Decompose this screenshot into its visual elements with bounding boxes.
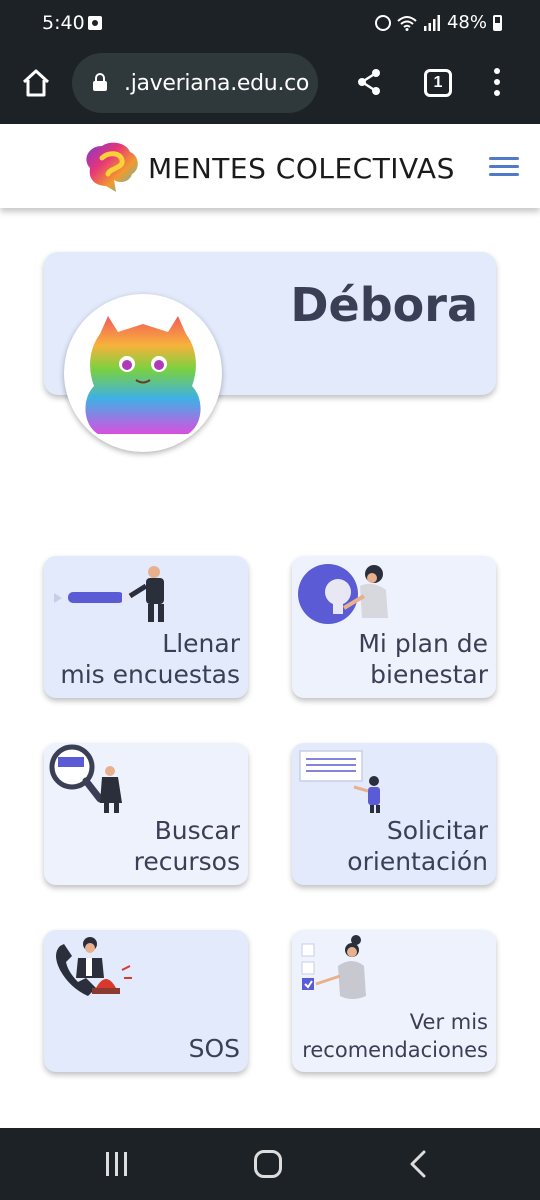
profile-name: Débora <box>290 278 478 332</box>
lightbulb-illustration-icon <box>298 564 388 624</box>
hamburger-menu-icon[interactable] <box>489 157 519 177</box>
tile-label: Mi plan de bienestar <box>358 628 488 690</box>
address-bar[interactable]: .javeriana.edu.co <box>72 53 318 113</box>
tab-switcher-button[interactable]: 1 <box>424 69 452 97</box>
lock-icon <box>93 73 107 91</box>
recents-icon[interactable] <box>104 1152 130 1176</box>
tile-label-line: Solicitar <box>386 816 488 845</box>
brain-logo-icon[interactable] <box>80 140 142 194</box>
avatar[interactable] <box>64 294 222 452</box>
tile-wellbeing-plan[interactable]: Mi plan de bienestar <box>292 556 496 698</box>
chat-board-illustration-icon <box>299 750 380 813</box>
tile-label: SOS <box>189 1033 240 1064</box>
tile-label-line: Llenar <box>162 629 240 658</box>
tile-label: Buscar recursos <box>134 815 240 877</box>
share-icon[interactable] <box>356 68 382 96</box>
home-icon[interactable] <box>20 67 52 99</box>
notification-app-icon <box>88 16 102 30</box>
alarm-icon <box>374 14 391 31</box>
rainbow-monster-avatar-icon <box>85 316 201 434</box>
tile-fill-surveys[interactable]: Llenar mis encuestas <box>44 556 248 698</box>
tile-label-line: recursos <box>133 847 240 876</box>
emergency-phone-illustration-icon <box>56 937 132 996</box>
status-bar: 5:40 48% <box>0 0 540 48</box>
status-time: 5:40 <box>42 12 85 34</box>
site-header: MENTES COLECTIVAS <box>0 124 540 208</box>
tile-label-line: bienestar <box>370 660 488 689</box>
back-icon[interactable] <box>408 1150 430 1178</box>
tile-label-line: Mi plan de <box>358 629 488 658</box>
tile-label-line: Buscar <box>154 816 240 845</box>
tile-search-resources[interactable]: Buscar recursos <box>44 743 248 885</box>
wifi-icon <box>397 15 417 31</box>
battery-icon <box>493 14 502 31</box>
url-text: .javeriana.edu.co <box>124 71 310 96</box>
magnifier-illustration-icon <box>49 744 122 813</box>
status-indicators: 48% <box>374 12 502 33</box>
nav-home-icon[interactable] <box>254 1150 282 1178</box>
tile-label-line: recomendaciones <box>302 1038 488 1062</box>
browser-toolbar: .javeriana.edu.co 1 <box>0 48 540 124</box>
tile-label-line: mis encuestas <box>60 660 240 689</box>
tile-request-guidance[interactable]: Solicitar orientación <box>292 743 496 885</box>
checklist-illustration-icon <box>301 935 366 999</box>
signal-icon <box>423 14 440 31</box>
tile-label-line: SOS <box>188 1034 240 1063</box>
tile-label-line: orientación <box>347 847 488 876</box>
survey-illustration-icon <box>54 566 164 622</box>
tile-label: Llenar mis encuestas <box>60 628 240 690</box>
system-navigation-bar <box>0 1128 540 1200</box>
brand-name: MENTES COLECTIVAS <box>148 152 455 185</box>
battery-percent: 48% <box>446 12 487 33</box>
tile-sos[interactable]: SOS <box>44 930 248 1072</box>
tile-label-line: Ver mis <box>409 1010 488 1034</box>
tile-recommendations[interactable]: Ver mis recomendaciones <box>292 930 496 1072</box>
tile-label: Ver mis recomendaciones <box>302 1008 488 1064</box>
more-options-icon[interactable] <box>493 68 501 98</box>
tile-label: Solicitar orientación <box>347 815 488 877</box>
